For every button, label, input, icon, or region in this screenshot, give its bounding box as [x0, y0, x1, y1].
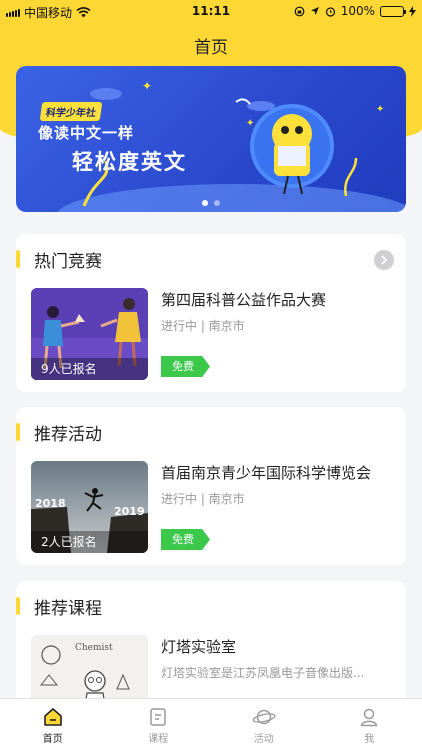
battery-percent: 100% [340, 4, 375, 18]
banner-dot[interactable] [202, 200, 208, 206]
banner-pagination[interactable] [16, 200, 406, 206]
svg-text:✦: ✦ [142, 79, 152, 93]
year-label-left: 2018 [35, 497, 66, 510]
tab-label: 活动 [253, 734, 274, 745]
user-icon [361, 708, 378, 727]
competition-item[interactable]: 9人已报名 第四届科普公益作品大赛 进行中 | 南京市 免费 [31, 288, 391, 380]
competition-name: 第四届科普公益作品大赛 [161, 291, 327, 309]
section-competition: 热门竞赛 9人已报名 第四届科普公益作品大赛 进行中 | 南京市 免费 [16, 234, 406, 392]
planet-icon [252, 709, 276, 725]
section-activity: 推荐活动 2018 2019 2人已报名 首届南京青少年国际科学博览会 进行中 … [16, 407, 406, 565]
banner-headline: 像读中文一样 [38, 124, 135, 142]
course-description: 灯塔实验室是江苏凤凰电子音像出版... [161, 666, 365, 680]
charging-icon [409, 5, 416, 17]
section-title: 推荐课程 [34, 598, 102, 619]
activity-thumbnail: 2018 2019 2人已报名 [31, 461, 148, 553]
banner-tag: 科学少年社 [39, 102, 103, 121]
section-header: 推荐活动 [16, 421, 102, 445]
tab-activity[interactable]: 活动 [211, 699, 317, 750]
section-title: 热门竞赛 [34, 251, 102, 272]
signup-count: 9人已报名 [31, 358, 148, 380]
tab-label: 我 [364, 734, 375, 745]
activity-name: 首届南京青少年国际科学博览会 [161, 464, 372, 482]
banner-subheadline: 轻松度英文 [72, 150, 187, 174]
free-badge: 免费 [161, 529, 210, 550]
free-badge: 免费 [161, 356, 210, 377]
tab-home[interactable]: 首页 [0, 699, 106, 750]
battery-icon [380, 5, 406, 17]
section-accent-bar [16, 423, 20, 441]
tab-label: 首页 [42, 734, 63, 745]
tab-course[interactable]: 课程 [106, 699, 212, 750]
svg-text:✦: ✦ [376, 104, 384, 115]
chevron-right-icon [381, 255, 388, 265]
alarm-icon [325, 6, 335, 17]
section-title: 推荐活动 [34, 424, 102, 445]
svg-text:✦: ✦ [246, 118, 254, 129]
competition-meta: 进行中 | 南京市 [161, 319, 245, 333]
promo-banner[interactable]: ✦ ✦ ✦ 科学少年社 像读中文一样 轻松度英文 [16, 66, 406, 212]
home-icon [43, 708, 62, 726]
chemist-label: Chemist [75, 643, 113, 653]
tab-me[interactable]: 我 [317, 699, 422, 750]
section-accent-bar [16, 250, 20, 268]
section-accent-bar [16, 597, 20, 615]
activity-meta: 进行中 | 南京市 [161, 492, 245, 506]
tab-label: 课程 [148, 734, 169, 745]
competition-thumbnail: 9人已报名 [31, 288, 148, 380]
year-label-right: 2019 [114, 505, 145, 518]
section-header: 推荐课程 [16, 595, 102, 619]
tab-bar: 首页 课程 活动 我 [0, 698, 422, 750]
course-name: 灯塔实验室 [161, 638, 237, 656]
page-title: 首页 [194, 38, 228, 58]
more-button[interactable] [374, 250, 394, 270]
signup-count: 2人已报名 [31, 531, 148, 553]
banner-dot[interactable] [214, 200, 220, 206]
location-icon [310, 7, 319, 15]
course-icon [150, 708, 166, 726]
status-bar: 中国移动 11:11 100% [0, 0, 422, 22]
lock-rotation-icon [294, 6, 305, 16]
section-header: 热门竞赛 [16, 248, 102, 272]
activity-item[interactable]: 2018 2019 2人已报名 首届南京青少年国际科学博览会 进行中 | 南京市… [31, 461, 391, 553]
